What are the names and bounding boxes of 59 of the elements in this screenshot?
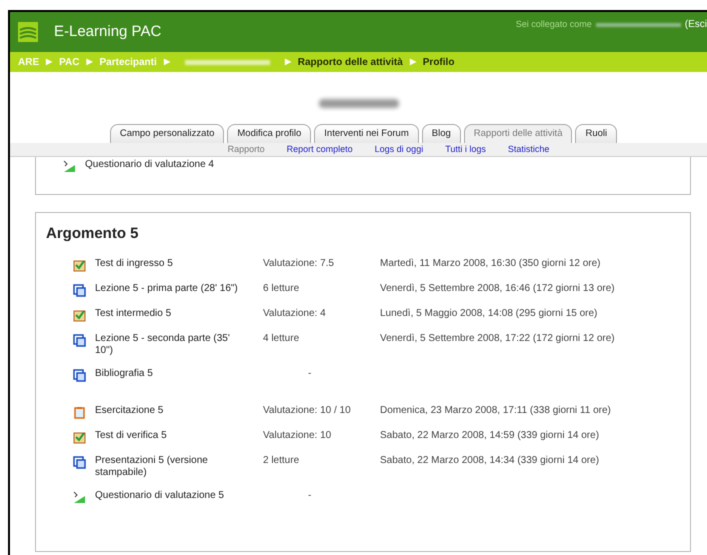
breadcrumb-link[interactable]: Profilo xyxy=(422,54,454,70)
activity-info: 6 letture xyxy=(263,282,300,294)
activity-link[interactable]: Lezione 5 - seconda parte (35' 10") xyxy=(95,332,245,356)
logo-icon xyxy=(18,22,38,42)
chart-icon xyxy=(73,490,86,504)
section-title: Argomento 5 xyxy=(46,224,140,244)
activity-link[interactable]: Lezione 5 - prima parte (28' 16") xyxy=(95,282,245,294)
activity-date: Lunedì, 5 Maggio 2008, 14:08 (295 giorni 15 ore) xyxy=(380,308,598,320)
activity-info: Valutazione: 10 / 10 xyxy=(263,404,351,416)
activity-link[interactable]: Test di verifica 5 xyxy=(95,430,245,442)
checklist-icon xyxy=(73,430,86,444)
subtab-link[interactable]: Tutti i logs xyxy=(445,142,486,156)
chart-icon xyxy=(63,160,76,173)
subtab-link[interactable]: Rapporto xyxy=(228,142,265,156)
site-title: E-Learning PAC xyxy=(54,22,162,42)
breadcrumb-separator: ▶ xyxy=(46,56,52,68)
profile-tab[interactable]: Campo personalizzato xyxy=(110,124,224,143)
subtab-link[interactable]: Logs di oggi xyxy=(374,142,424,156)
document-icon xyxy=(73,284,86,296)
activity-date: Sabato, 22 Marzo 2008, 14:34 (339 giorni 14 ore) xyxy=(380,454,600,466)
activity-date: Venerdì, 5 Settembre 2008, 16:46 (172 giorni 13 ore) xyxy=(380,282,615,294)
profile-tab[interactable]: Ruoli xyxy=(575,124,618,143)
activity-date: Sabato, 22 Marzo 2008, 14:59 (339 giorni 14 ore) xyxy=(380,430,600,442)
activity-link[interactable]: Bibliografia 5 xyxy=(95,368,245,380)
breadcrumb-separator: ▶ xyxy=(86,56,92,68)
breadcrumb-separator: ▶ xyxy=(410,56,416,68)
activity-date: Martedì, 11 Marzo 2008, 16:30 (350 giorni 12 ore) xyxy=(380,258,600,270)
activity-info: Valutazione: 7.5 xyxy=(263,258,334,268)
profile-tab[interactable]: Blog xyxy=(422,124,461,143)
checklist-icon xyxy=(73,258,86,272)
document-icon xyxy=(73,456,86,468)
activity-info: Valutazione: 4 xyxy=(263,308,326,318)
activity-link[interactable]: Esercitazione 5 xyxy=(95,404,245,416)
profile-tab[interactable]: Modifica profilo xyxy=(227,124,312,143)
subtab-link[interactable]: Statistiche xyxy=(508,142,550,156)
activity-date: Domenica, 23 Marzo 2008, 17:11 (338 giorni 11 ore) xyxy=(380,404,611,416)
breadcrumb-link[interactable]: Rapporto delle attività xyxy=(298,54,403,70)
activity-link[interactable]: Test intermedio 5 xyxy=(95,308,245,320)
activity-date: Venerdì, 5 Settembre 2008, 17:22 (172 giorni 12 ore) xyxy=(380,332,615,344)
checklist-icon xyxy=(73,308,86,322)
subtab-link[interactable]: Report completo xyxy=(286,142,353,156)
profile-tab[interactable]: Interventi nei Forum xyxy=(314,124,419,143)
profile-tab[interactable]: Rapporti delle attività xyxy=(464,124,572,143)
breadcrumb-separator: ▶ xyxy=(284,56,291,68)
activity-link[interactable]: Presentazioni 5 (versione stampabile) xyxy=(95,454,245,478)
breadcrumb-separator: ▶ xyxy=(164,56,170,68)
logout-link[interactable]: (Esci xyxy=(684,17,707,32)
activity-info: - xyxy=(308,490,312,500)
document-icon xyxy=(73,368,86,382)
activity-info: 2 letture xyxy=(263,454,300,466)
activity-link[interactable]: Questionario di valutazione 5 xyxy=(95,490,245,502)
document-icon xyxy=(73,334,86,346)
login-info: Sei collegato come xyxy=(516,18,592,31)
activity-info: Valutazione: 10 xyxy=(263,430,332,440)
activity-info: 4 letture xyxy=(263,332,300,344)
clipboard-icon xyxy=(73,406,86,418)
activity-link[interactable]: Questionario di valutazione 4 xyxy=(85,159,235,171)
activity-info: - xyxy=(308,368,312,378)
activity-link[interactable]: Test di ingresso 5 xyxy=(95,258,245,270)
